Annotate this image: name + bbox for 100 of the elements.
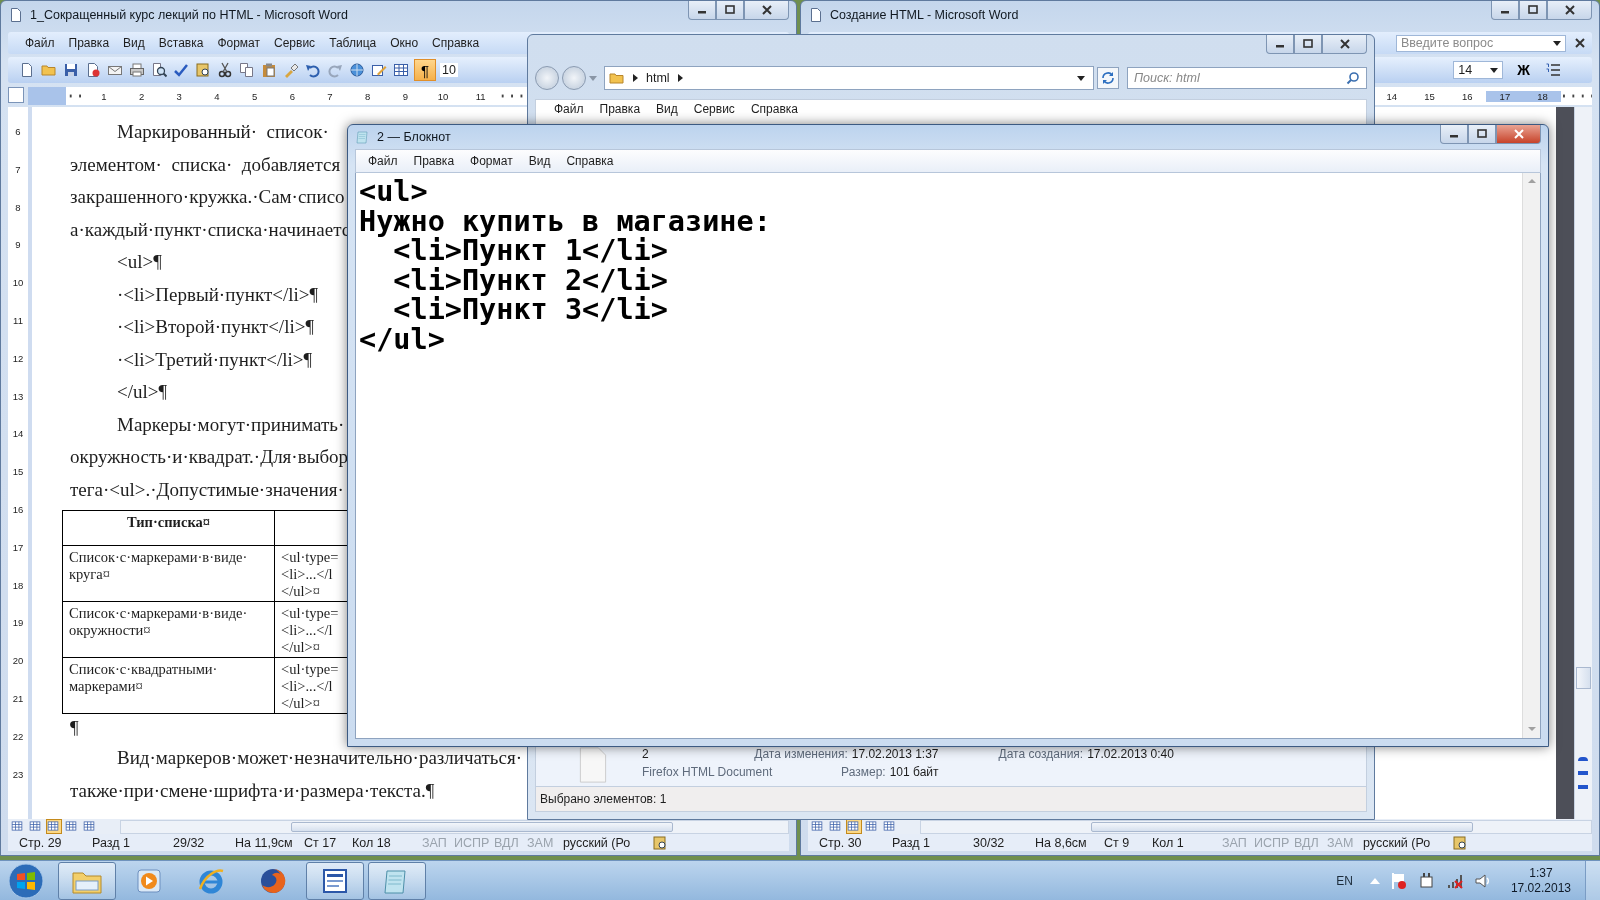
minimize-button[interactable] <box>1266 35 1294 54</box>
language-indicator[interactable]: EN <box>1336 873 1353 888</box>
table-cell-text: <ul·type= <li>...</l </ul>¤ <box>280 548 340 601</box>
globe-icon <box>259 866 287 895</box>
close-button[interactable] <box>1322 35 1367 54</box>
flag-icon[interactable] <box>1389 871 1408 890</box>
outline-view-icon[interactable] <box>864 819 880 834</box>
table-cell: Список·с·квадратными·маркерами¤ <box>63 658 275 713</box>
taskbar-button[interactable] <box>306 861 364 900</box>
ruler-number: 20 <box>11 654 25 669</box>
menu-item[interactable]: Сервис <box>685 100 743 116</box>
status-item: Кол 18 <box>352 835 392 850</box>
reading-view-icon[interactable] <box>882 819 898 834</box>
minimize-button[interactable] <box>1440 125 1468 144</box>
menu-item[interactable]: Вид <box>116 36 152 50</box>
vertical-scrollbar[interactable] <box>1522 173 1540 738</box>
font-size-field[interactable]: 14 <box>1453 61 1504 79</box>
minimize-button[interactable] <box>1491 1 1519 20</box>
close-button[interactable] <box>1496 125 1541 144</box>
numbered-list-icon[interactable] <box>1545 62 1561 78</box>
dropdown-icon[interactable] <box>589 75 597 81</box>
menu-item[interactable]: Справка <box>425 36 487 50</box>
maximize-button[interactable] <box>716 1 744 20</box>
menu-item[interactable]: Правка <box>405 154 463 168</box>
ruler-number: 19 <box>11 616 25 631</box>
close-icon[interactable] <box>1574 38 1586 48</box>
brush-icon[interactable] <box>283 62 299 78</box>
bold-button[interactable]: Ж <box>1513 62 1534 78</box>
printer-icon[interactable] <box>129 62 145 78</box>
table-cell-text: <ul·type= <li>...</l </ul>¤ <box>280 660 340 713</box>
document-text: также·при·смене·шрифта·и·размера·текста.¶ <box>70 779 435 801</box>
menu-item[interactable]: Формат <box>210 36 268 50</box>
forward-button[interactable] <box>562 66 586 90</box>
copy-icon[interactable] <box>239 62 255 78</box>
field-value: 101 байт <box>889 765 939 780</box>
menu-item[interactable]: Справка <box>742 100 806 116</box>
menu-item[interactable]: Вид <box>520 154 559 168</box>
page-icon[interactable] <box>85 62 101 78</box>
horizontal-scrollbar[interactable] <box>120 819 789 834</box>
folder-icon[interactable] <box>41 62 57 78</box>
menu-item[interactable]: Сервис <box>267 36 323 50</box>
speaker-icon[interactable] <box>1473 871 1492 890</box>
menu-item[interactable]: Таблица <box>322 36 384 50</box>
vertical-scrollbar[interactable] <box>1574 107 1592 819</box>
menu-item[interactable]: Окно <box>383 36 426 50</box>
menu-item[interactable]: Вид <box>648 100 686 116</box>
menu-item[interactable]: Файл <box>546 100 592 116</box>
menu-item[interactable]: Вставка <box>151 36 211 50</box>
minimize-button[interactable] <box>688 1 716 20</box>
refresh-button[interactable] <box>1097 67 1119 89</box>
document-text: элементом· списка· добавляется <box>70 153 341 175</box>
menu-item[interactable]: Справка <box>558 154 622 168</box>
tab-selector[interactable] <box>8 87 24 103</box>
clipboard-icon[interactable] <box>261 62 277 78</box>
address-bar[interactable]: html <box>604 66 1094 90</box>
file-type: Firefox HTML Document <box>642 765 773 779</box>
show-desktop-button[interactable] <box>1585 860 1600 900</box>
magnifier-icon[interactable] <box>151 62 167 78</box>
maximize-button[interactable] <box>1294 35 1322 54</box>
document-text: тега·<ul>.·Допустимые·значения· <box>70 478 344 500</box>
status-item: русский (Ро <box>563 835 632 850</box>
normal-view-icon[interactable] <box>10 819 26 834</box>
ruler-number: 17 <box>1486 90 1524 102</box>
close-button[interactable] <box>744 1 789 20</box>
question-field[interactable]: Введите вопрос <box>1396 34 1566 52</box>
close-button[interactable] <box>1547 1 1592 20</box>
back-button[interactable] <box>535 66 559 90</box>
scissors-icon[interactable] <box>217 62 233 78</box>
page-view-icon[interactable] <box>46 819 62 834</box>
status-item: ЗАМ <box>527 835 555 850</box>
document-text: ·<li>Третий·пункт</li>¶ <box>117 348 313 370</box>
pencil-icon[interactable] <box>371 62 387 78</box>
formatting-marks-button[interactable]: ¶ <box>414 59 436 81</box>
taskbar-button[interactable] <box>58 861 116 900</box>
web-view-icon[interactable] <box>828 819 844 834</box>
power-plug-icon[interactable] <box>1417 871 1436 890</box>
maximize-button[interactable] <box>1519 1 1547 20</box>
reading-view-icon[interactable] <box>82 819 98 834</box>
table-icon[interactable] <box>393 62 409 78</box>
menu-item[interactable]: Файл <box>18 36 62 50</box>
taskbar-button[interactable] <box>368 861 426 900</box>
clock[interactable]: 1:37 17.02.2013 <box>1510 865 1571 896</box>
web-view-icon[interactable] <box>28 819 44 834</box>
outline-view-icon[interactable] <box>64 819 80 834</box>
normal-view-icon[interactable] <box>810 819 826 834</box>
menu-item[interactable]: Правка <box>591 100 649 116</box>
search-field[interactable]: Поиск: html <box>1127 67 1367 89</box>
page-icon[interactable] <box>19 62 35 78</box>
menu-item[interactable]: Файл <box>360 154 406 168</box>
checkmark-icon[interactable] <box>173 62 189 78</box>
maximize-button[interactable] <box>1468 125 1496 144</box>
menu-item[interactable]: Формат <box>462 154 521 168</box>
globe-icon[interactable] <box>349 62 365 78</box>
document-text: окружность·и·квадрат.·Для·выбор <box>70 446 349 467</box>
undo-icon[interactable] <box>305 62 321 78</box>
menu-item[interactable]: Правка <box>61 36 117 50</box>
zoom-field[interactable]: 10 <box>440 63 458 77</box>
scroll-thumb[interactable] <box>1576 667 1591 689</box>
close-icon <box>1563 5 1576 15</box>
horizontal-scrollbar[interactable] <box>920 819 1592 834</box>
